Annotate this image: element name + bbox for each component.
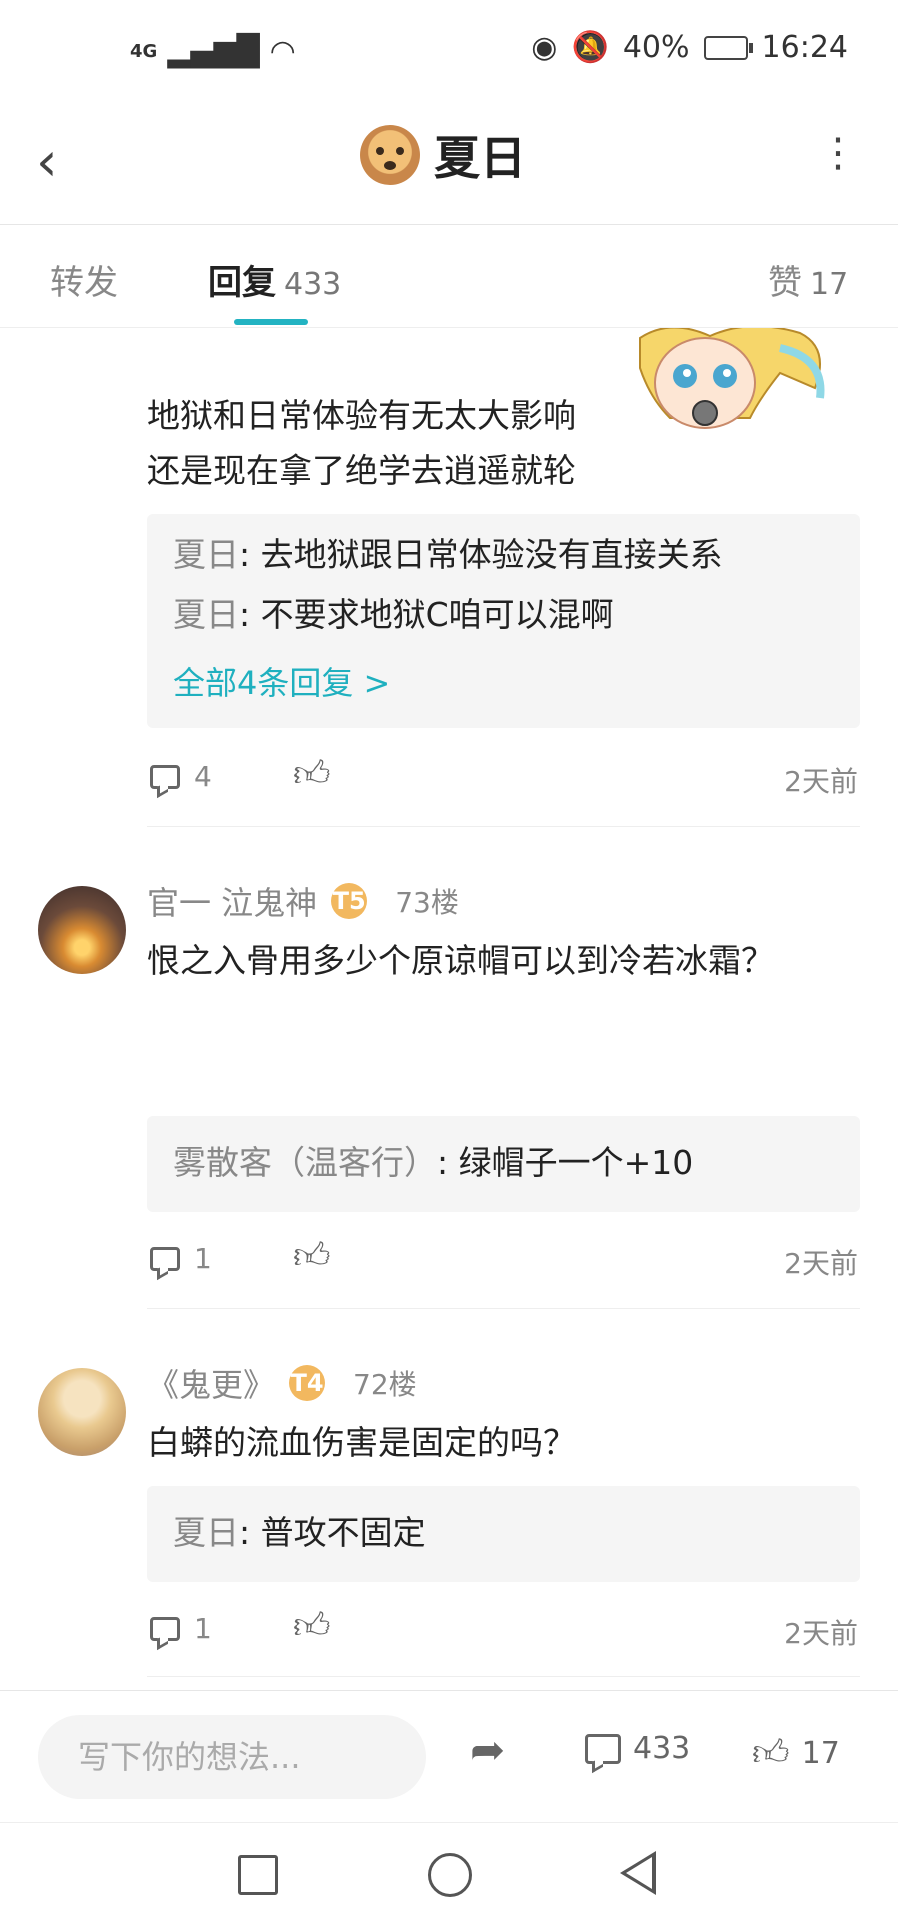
status-bar: 4G ▂▄▆█ ◠ ◉ 🔕 40% 16:24: [0, 0, 898, 100]
network-type: 4G: [130, 41, 158, 62]
mute-bell-icon: 🔕: [571, 30, 609, 65]
battery-icon: [703, 35, 753, 60]
reply-box[interactable]: 夏日: 普攻不固定: [147, 1486, 860, 1582]
floor-number: 73楼: [395, 886, 459, 919]
reply-author[interactable]: 夏日: [173, 595, 239, 634]
comment-count-button[interactable]: 1: [150, 1612, 212, 1645]
reply-box[interactable]: 雾散客（温客行）: 绿帽子一个+10: [147, 1116, 860, 1212]
like-thumb-icon: 👍︎: [752, 1733, 790, 1774]
avatar[interactable]: [38, 1368, 126, 1456]
share-icon[interactable]: ➦: [470, 1725, 505, 1774]
comment-icon: [150, 1616, 180, 1641]
like-thumb-icon[interactable]: 👍︎: [293, 1604, 331, 1648]
bottom-comment-count: 433: [633, 1731, 691, 1766]
reply-box[interactable]: 夏日: 去地狱跟日常体验没有直接关系 夏日: 不要求地狱C咱可以混啊 全部4条回…: [147, 514, 860, 728]
more-options-icon[interactable]: ⋮: [818, 130, 858, 176]
divider: [147, 1308, 860, 1309]
comment-text: 恨之入骨用多少个原谅帽可以到冷若冰霜？: [147, 941, 774, 980]
page-title: 夏日: [434, 131, 526, 185]
username[interactable]: 《鬼更》: [147, 1360, 275, 1406]
system-nav-bar: [0, 1822, 898, 1921]
reply-author[interactable]: 夏日: [173, 535, 239, 574]
all-replies-link[interactable]: 全部4条回复 >: [173, 658, 390, 704]
comment-text-line: 还是现在拿了绝学去逍遥就轮: [147, 451, 576, 490]
signal-icon: ▂▄▆█: [167, 34, 260, 69]
tab-like-count: 17: [810, 267, 849, 302]
comment-time: 2天前: [784, 1247, 858, 1280]
tab-like[interactable]: 赞 17: [768, 255, 848, 304]
comment-time: 2天前: [784, 1617, 858, 1650]
active-tab-indicator: [234, 319, 308, 325]
reply-line: 夏日: 不要求地狱C咱可以混啊: [173, 590, 614, 640]
divider: [147, 826, 860, 827]
username[interactable]: 官一 泣鬼神: [147, 878, 317, 924]
comment-text: 地狱和日常体验有无太大影响 还是现在拿了绝学去逍遥就轮: [147, 388, 576, 498]
reply-line: 夏日: 普攻不固定: [173, 1508, 426, 1558]
comment-count: 4: [194, 760, 212, 793]
reply-text: : 不要求地狱C咱可以混啊: [239, 595, 614, 634]
reply-text: : 去地狱跟日常体验没有直接关系: [239, 535, 723, 574]
comment-text-line: 地狱和日常体验有无太大影响: [147, 396, 576, 435]
comment-count: 1: [194, 1612, 212, 1645]
status-right: ◉ 🔕 40% 16:24: [531, 30, 848, 65]
comment-text: 白蟒的流血伤害是固定的吗？: [147, 1423, 576, 1462]
network-indicator: 4G ▂▄▆█ ◠: [130, 34, 296, 69]
like-thumb-icon[interactable]: 👍︎: [293, 1234, 331, 1278]
tab-reply[interactable]: 回复 433: [208, 255, 341, 304]
bottom-like-button[interactable]: 👍︎ 17: [752, 1731, 840, 1775]
bottom-action-bar: 写下你的想法... ➦ 433 👍︎ 17: [0, 1690, 898, 1821]
reply-author[interactable]: 夏日: [173, 1513, 239, 1552]
home-icon[interactable]: [428, 1853, 472, 1897]
avatar[interactable]: [38, 886, 126, 974]
comment-icon: [150, 764, 180, 789]
back-icon[interactable]: ‹: [36, 130, 58, 193]
tab-reply-count: 433: [284, 267, 342, 302]
top-header: ‹ 夏日 ⋮: [0, 100, 898, 225]
reply-line: 雾散客（温客行）: 绿帽子一个+10: [173, 1138, 693, 1188]
comment-count: 1: [194, 1242, 212, 1275]
battery-percent: 40%: [622, 30, 690, 65]
bottom-comment-button[interactable]: 433: [585, 1731, 690, 1766]
nav-back-icon[interactable]: [620, 1851, 656, 1895]
tab-reply-label: 回复: [208, 263, 276, 303]
divider: [147, 1676, 860, 1677]
sticker-image: [639, 328, 825, 429]
reply-author[interactable]: 雾散客（温客行）: [173, 1143, 437, 1182]
avatar[interactable]: [360, 125, 420, 185]
clock: 16:24: [761, 30, 848, 65]
comment-meta: 官一 泣鬼神 T5 73楼: [147, 878, 459, 924]
eye-icon: ◉: [531, 30, 558, 65]
header-title-group[interactable]: 夏日: [360, 122, 526, 188]
comment-icon: [150, 1246, 180, 1271]
comment-icon: [585, 1733, 621, 1764]
comment-time: 2天前: [784, 765, 858, 798]
tab-bar: 转发 回复 433 赞 17: [0, 225, 898, 328]
comment-input[interactable]: 写下你的想法...: [38, 1715, 426, 1799]
level-badge: T4: [289, 1365, 326, 1401]
tab-like-label: 赞: [768, 263, 802, 303]
level-badge: T5: [331, 883, 368, 919]
floor-number: 72楼: [353, 1368, 417, 1401]
recent-apps-icon[interactable]: [238, 1855, 278, 1895]
reply-text: : 绿帽子一个+10: [437, 1143, 694, 1182]
wifi-icon: ◠: [269, 34, 296, 69]
tab-forward-label: 转发: [50, 263, 118, 303]
reply-text: : 普攻不固定: [239, 1513, 426, 1552]
comment-meta: 《鬼更》 T4 72楼: [147, 1360, 417, 1406]
reply-line: 夏日: 去地狱跟日常体验没有直接关系: [173, 530, 723, 580]
tab-forward[interactable]: 转发: [50, 255, 118, 304]
comment-count-button[interactable]: 4: [150, 760, 212, 793]
comment-count-button[interactable]: 1: [150, 1242, 212, 1275]
like-thumb-icon[interactable]: 👍︎: [293, 752, 331, 796]
bottom-like-count: 17: [801, 1735, 840, 1771]
